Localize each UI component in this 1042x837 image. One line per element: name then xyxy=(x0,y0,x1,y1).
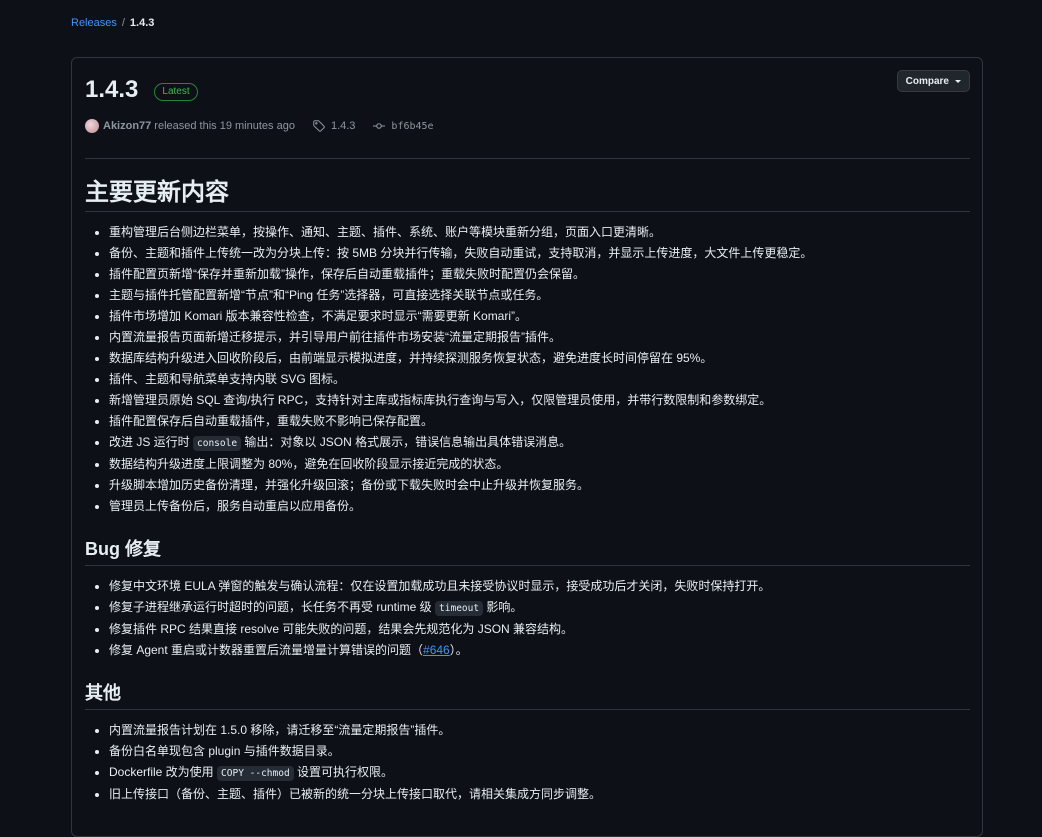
breadcrumb-current: 1.4.3 xyxy=(129,17,155,29)
latest-badge: Latest xyxy=(154,83,198,101)
divider xyxy=(85,158,970,159)
issue-link[interactable]: #646 xyxy=(423,643,450,657)
list-item: 数据结构升级进度上限调整为 80%，避免在回收阶段显示接近完成的状态。 xyxy=(109,454,970,475)
bug-fix-list: 修复中文环境 EULA 弹窗的触发与确认流程：仅在设置加载成功且未接受协议时显示… xyxy=(85,576,970,661)
list-item: 备份、主题和插件上传统一改为分块上传：按 5MB 分块并行传输，失败自动重试，支… xyxy=(109,243,970,264)
release-header: 1.4.3 Latest xyxy=(85,76,198,104)
list-item: 管理员上传备份后，服务自动重启以应用备份。 xyxy=(109,496,970,517)
list-item: 重构管理后台侧边栏菜单，按操作、通知、主题、插件、系统、账户等模块重新分组，页面… xyxy=(109,222,970,243)
inline-code: timeout xyxy=(435,601,484,616)
release-notes: 主要更新内容 重构管理后台侧边栏菜单，按操作、通知、主题、插件、系统、账户等模块… xyxy=(85,170,970,805)
caret-down-icon xyxy=(955,79,961,83)
list-item: 修复 Agent 重启或计数器重置后流量增量计算错误的问题（#646）。 xyxy=(109,640,970,661)
author-link[interactable]: Akizon77 xyxy=(103,120,151,132)
list-item-text: Dockerfile 改为使用 xyxy=(109,765,218,779)
list-item: 修复插件 RPC 结果直接 resolve 可能失败的问题，结果会先规范化为 J… xyxy=(109,619,970,640)
tag-link[interactable]: 1.4.3 xyxy=(331,120,355,132)
list-item: 数据库结构升级进入回收阶段后，由前端显示模拟进度，并持续探测服务恢复状态，避免进… xyxy=(109,348,970,369)
list-item-text: 修复子进程继承运行时超时的问题，长任务不再受 runtime 级 xyxy=(109,600,436,614)
avatar[interactable] xyxy=(85,119,99,133)
release-title[interactable]: 1.4.3 xyxy=(85,76,138,104)
breadcrumb-releases-link[interactable]: Releases xyxy=(71,17,117,29)
breadcrumb-separator: / xyxy=(121,17,125,29)
list-item: 内置流量报告计划在 1.5.0 移除，请迁移至“流量定期报告”插件。 xyxy=(109,720,970,741)
bug-fix-heading: Bug 修复 xyxy=(85,533,970,566)
list-item-text: 修复 Agent 重启或计数器重置后流量增量计算错误的问题（ xyxy=(109,643,424,657)
inline-code: COPY --chmod xyxy=(217,766,294,781)
list-item-text: 改进 JS 运行时 xyxy=(109,435,194,449)
list-item: 插件市场增加 Komari 版本兼容性检查，不满足要求时显示“需要更新 Koma… xyxy=(109,306,970,327)
main-updates-list: 重构管理后台侧边栏菜单，按操作、通知、主题、插件、系统、账户等模块重新分组，页面… xyxy=(85,222,970,517)
inline-code: console xyxy=(193,436,242,451)
list-item: 内置流量报告页面新增迁移提示，并引导用户前往插件市场安装“流量定期报告”插件。 xyxy=(109,327,970,348)
other-heading: 其他 xyxy=(85,677,970,710)
list-item-text: 设置可执行权限。 xyxy=(293,765,394,779)
list-item: 备份白名单现包含 plugin 与插件数据目录。 xyxy=(109,741,970,762)
list-item-text: 影响。 xyxy=(483,600,523,614)
list-item-text: ）。 xyxy=(449,643,468,657)
list-item: 插件配置保存后自动重载插件，重载失败不影响已保存配置。 xyxy=(109,411,970,432)
list-item: 插件、主题和导航菜单支持内联 SVG 图标。 xyxy=(109,369,970,390)
list-item: 修复子进程继承运行时超时的问题，长任务不再受 runtime 级 timeout… xyxy=(109,597,970,619)
list-item: 修复中文环境 EULA 弹窗的触发与确认流程：仅在设置加载成功且未接受协议时显示… xyxy=(109,576,970,597)
main-updates-heading: 主要更新内容 xyxy=(85,170,970,212)
list-item: Dockerfile 改为使用 COPY --chmod 设置可执行权限。 xyxy=(109,762,970,784)
release-meta: Akizon77 released this 19 minutes ago 1.… xyxy=(85,119,434,133)
tag-icon xyxy=(313,120,325,132)
compare-label: Compare xyxy=(905,75,949,87)
compare-button[interactable]: Compare xyxy=(896,70,970,92)
list-item: 升级脚本增加历史备份清理，并强化升级回滚；备份或下载失败时会中止升级并恢复服务。 xyxy=(109,475,970,496)
list-item: 改进 JS 运行时 console 输出：对象以 JSON 格式展示，错误信息输… xyxy=(109,432,970,454)
list-item-text: 输出：对象以 JSON 格式展示，错误信息输出具体错误消息。 xyxy=(241,435,572,449)
commit-icon xyxy=(373,123,386,129)
list-item: 主题与插件托管配置新增“节点”和“Ping 任务”选择器，可直接选择关联节点或任… xyxy=(109,285,970,306)
breadcrumb: Releases / 1.4.3 xyxy=(71,17,154,29)
list-item: 旧上传接口（备份、主题、插件）已被新的统一分块上传接口取代，请相关集成方同步调整… xyxy=(109,784,970,805)
other-list: 内置流量报告计划在 1.5.0 移除，请迁移至“流量定期报告”插件。 备份白名单… xyxy=(85,720,970,805)
list-item: 插件配置页新增“保存并重新加载”操作，保存后自动重载插件；重载失败时配置仍会保留… xyxy=(109,264,970,285)
release-card: 1.4.3 Latest Compare Akizon77 released t… xyxy=(71,57,983,837)
released-text: released this 19 minutes ago xyxy=(154,120,295,132)
commit-link[interactable]: bf6b45e xyxy=(391,121,433,132)
list-item: 新增管理员原始 SQL 查询/执行 RPC，支持针对主库或指标库执行查询与写入，… xyxy=(109,390,970,411)
